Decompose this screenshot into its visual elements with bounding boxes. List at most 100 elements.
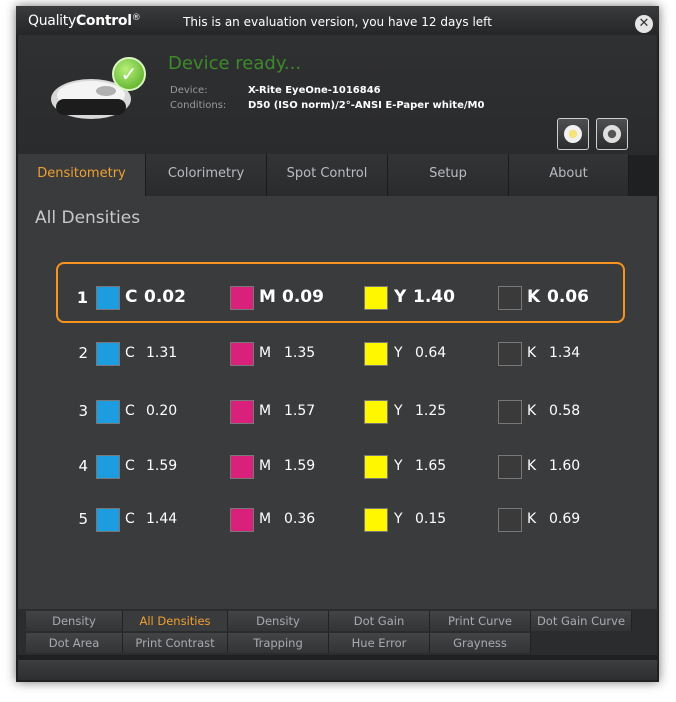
channel-letter-k: K <box>527 403 537 419</box>
mode-tab-trapping[interactable]: Trapping <box>228 633 329 653</box>
channel-letter-y: Y <box>394 287 407 307</box>
density-value-m: 0.09 <box>282 287 324 307</box>
calibrate-button[interactable] <box>557 118 589 150</box>
density-value-c: 0.02 <box>144 287 186 307</box>
channel-letter-c: C <box>125 458 135 474</box>
density-value-y: 1.25 <box>415 403 447 419</box>
swatch-y <box>364 400 388 424</box>
swatch-c <box>96 400 120 424</box>
row-number: 2 <box>78 344 88 362</box>
swatch-c <box>96 342 120 366</box>
mode-tab-grayness[interactable]: Grayness <box>430 633 531 653</box>
density-value-y: 0.15 <box>415 511 447 527</box>
swatch-k <box>498 508 522 532</box>
density-value-k: 1.60 <box>549 458 581 474</box>
swatch-c <box>96 286 120 310</box>
density-value-c: 0.20 <box>146 403 178 419</box>
swatch-k <box>498 342 522 366</box>
channel-letter-m: M <box>259 345 272 361</box>
densities-panel: All Densities 1 C 0.02 M 0.09 Y 1.40 K 0.06 2 C 1.3… <box>18 196 657 610</box>
swatch-y <box>364 508 388 532</box>
measurement-mode-tabs: Density All Densities Density Difference… <box>18 609 657 655</box>
close-icon: ✕ <box>638 16 650 31</box>
density-value-y: 0.64 <box>415 345 447 361</box>
swatch-c <box>96 455 120 479</box>
mode-tab-print-curve[interactable]: Print Curve <box>430 611 531 631</box>
device-status: Device ready... <box>168 53 302 74</box>
channel-letter-y: Y <box>394 458 403 474</box>
swatch-m <box>230 400 254 424</box>
channel-letter-y: Y <box>394 511 403 527</box>
tab-colorimetry[interactable]: Colorimetry <box>146 154 267 196</box>
mode-tab-all-densities[interactable]: All Densities <box>123 611 228 631</box>
channel-letter-c: C <box>125 287 138 307</box>
swatch-y <box>364 455 388 479</box>
channel-letter-m: M <box>259 287 276 307</box>
channel-letter-m: M <box>259 511 272 527</box>
evaluation-message: This is an evaluation version, you have … <box>183 15 492 29</box>
calibration-tile-icon <box>564 125 582 143</box>
device-ready-check-icon: ✓ <box>112 57 146 91</box>
channel-letter-c: C <box>125 345 135 361</box>
swatch-m <box>230 342 254 366</box>
density-value-y: 1.65 <box>415 458 447 474</box>
channel-letter-k: K <box>527 458 537 474</box>
density-value-m: 1.59 <box>284 458 316 474</box>
main-tab-bar: Densitometry Colorimetry Spot Control Se… <box>18 154 657 196</box>
device-label: Device: <box>170 85 208 96</box>
device-value: X-Rite EyeOne-1016846 <box>248 85 381 96</box>
swatch-c <box>96 508 120 532</box>
row-number: 1 <box>76 288 88 307</box>
swatch-y <box>364 286 388 310</box>
row-number: 3 <box>78 402 88 420</box>
swatch-k <box>498 455 522 479</box>
channel-letter-m: M <box>259 403 272 419</box>
swatch-y <box>364 342 388 366</box>
density-value-c: 1.44 <box>146 511 178 527</box>
density-value-m: 1.35 <box>284 345 316 361</box>
tab-about[interactable]: About <box>509 154 629 196</box>
page-title: All Densities <box>35 208 141 228</box>
device-header: ✓ Device ready... Device: X-Rite EyeOne-… <box>18 35 657 155</box>
tab-spot-control[interactable]: Spot Control <box>267 154 388 196</box>
mode-tab-density-difference[interactable]: Density Difference <box>228 611 329 648</box>
mode-tab-dot-area[interactable]: Dot Area <box>26 633 123 653</box>
swatch-m <box>230 508 254 532</box>
density-value-k: 0.58 <box>549 403 581 419</box>
channel-letter-k: K <box>527 511 537 527</box>
tab-setup[interactable]: Setup <box>388 154 509 196</box>
status-footer <box>18 660 657 680</box>
conditions-label: Conditions: <box>170 100 227 111</box>
measure-device-icon <box>603 125 621 143</box>
channel-letter-y: Y <box>394 403 403 419</box>
swatch-k <box>498 400 522 424</box>
mode-tab-dot-gain-curve[interactable]: Dot Gain Curve <box>531 611 632 631</box>
swatch-m <box>230 286 254 310</box>
density-value-k: 0.69 <box>549 511 581 527</box>
density-value-k: 0.06 <box>547 287 589 307</box>
channel-letter-c: C <box>125 511 135 527</box>
density-value-m: 0.36 <box>284 511 316 527</box>
density-value-k: 1.34 <box>549 345 581 361</box>
close-button[interactable]: ✕ <box>635 15 653 33</box>
swatch-m <box>230 455 254 479</box>
tab-densitometry[interactable]: Densitometry <box>18 154 146 196</box>
channel-letter-m: M <box>259 458 272 474</box>
channel-letter-k: K <box>527 287 541 307</box>
mode-tab-print-contrast[interactable]: Print Contrast <box>123 633 228 653</box>
density-value-c: 1.31 <box>146 345 178 361</box>
channel-letter-c: C <box>125 403 135 419</box>
density-value-m: 1.57 <box>284 403 316 419</box>
channel-letter-k: K <box>527 345 537 361</box>
channel-letter-y: Y <box>394 345 403 361</box>
device-settings-button[interactable] <box>596 118 628 150</box>
conditions-value: D50 (ISO norm)/2°-ANSI E-Paper white/M0 <box>248 100 485 111</box>
title-bar: QualityControl® This is an evaluation ve… <box>16 6 659 35</box>
swatch-k <box>498 286 522 310</box>
row-number: 4 <box>78 457 88 475</box>
mode-tab-density[interactable]: Density <box>26 611 123 631</box>
mode-tab-hue-error[interactable]: Hue Error <box>329 633 430 653</box>
mode-tab-dot-gain[interactable]: Dot Gain <box>329 611 430 631</box>
app-window: QualityControl® This is an evaluation ve… <box>16 6 659 682</box>
row-number: 5 <box>78 510 88 528</box>
